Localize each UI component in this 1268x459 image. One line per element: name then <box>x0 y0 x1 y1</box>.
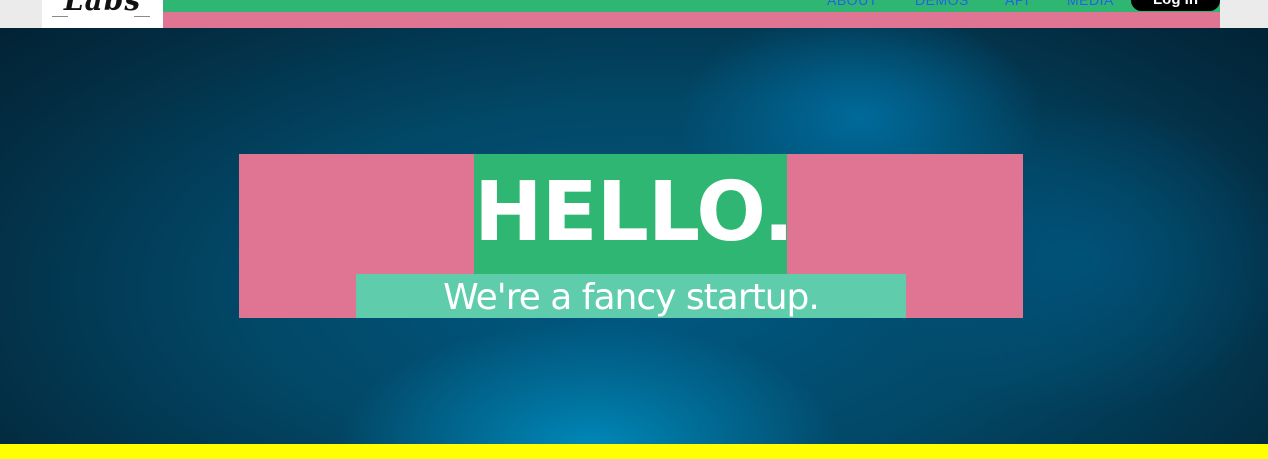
login-button[interactable]: Log in <box>1131 0 1220 11</box>
nav-bar <box>163 0 1220 12</box>
logo-divider-right <box>134 16 150 17</box>
nav-link-api[interactable]: API <box>1005 0 1029 8</box>
site-logo[interactable]: Labs <box>42 0 163 28</box>
nav-link-demos[interactable]: DEMOS <box>915 0 969 8</box>
hero-title: HELLO. <box>474 165 794 260</box>
nav-bar-stripe <box>163 12 1220 28</box>
nav-link-about[interactable]: ABOUT <box>827 0 878 8</box>
site-header: Labs ABOUT DEMOS API MEDIA Log in <box>0 0 1268 28</box>
hero-subtitle-box: We're a fancy startup. <box>356 274 906 318</box>
bottom-strip <box>0 444 1268 459</box>
hero-subtitle: We're a fancy startup. <box>443 277 820 318</box>
logo-text: Labs <box>63 0 142 17</box>
hero-title-box: HELLO. <box>474 154 794 274</box>
nav-link-media[interactable]: MEDIA <box>1067 0 1114 8</box>
hero-section: HELLO. We're a fancy startup. <box>0 28 1268 444</box>
